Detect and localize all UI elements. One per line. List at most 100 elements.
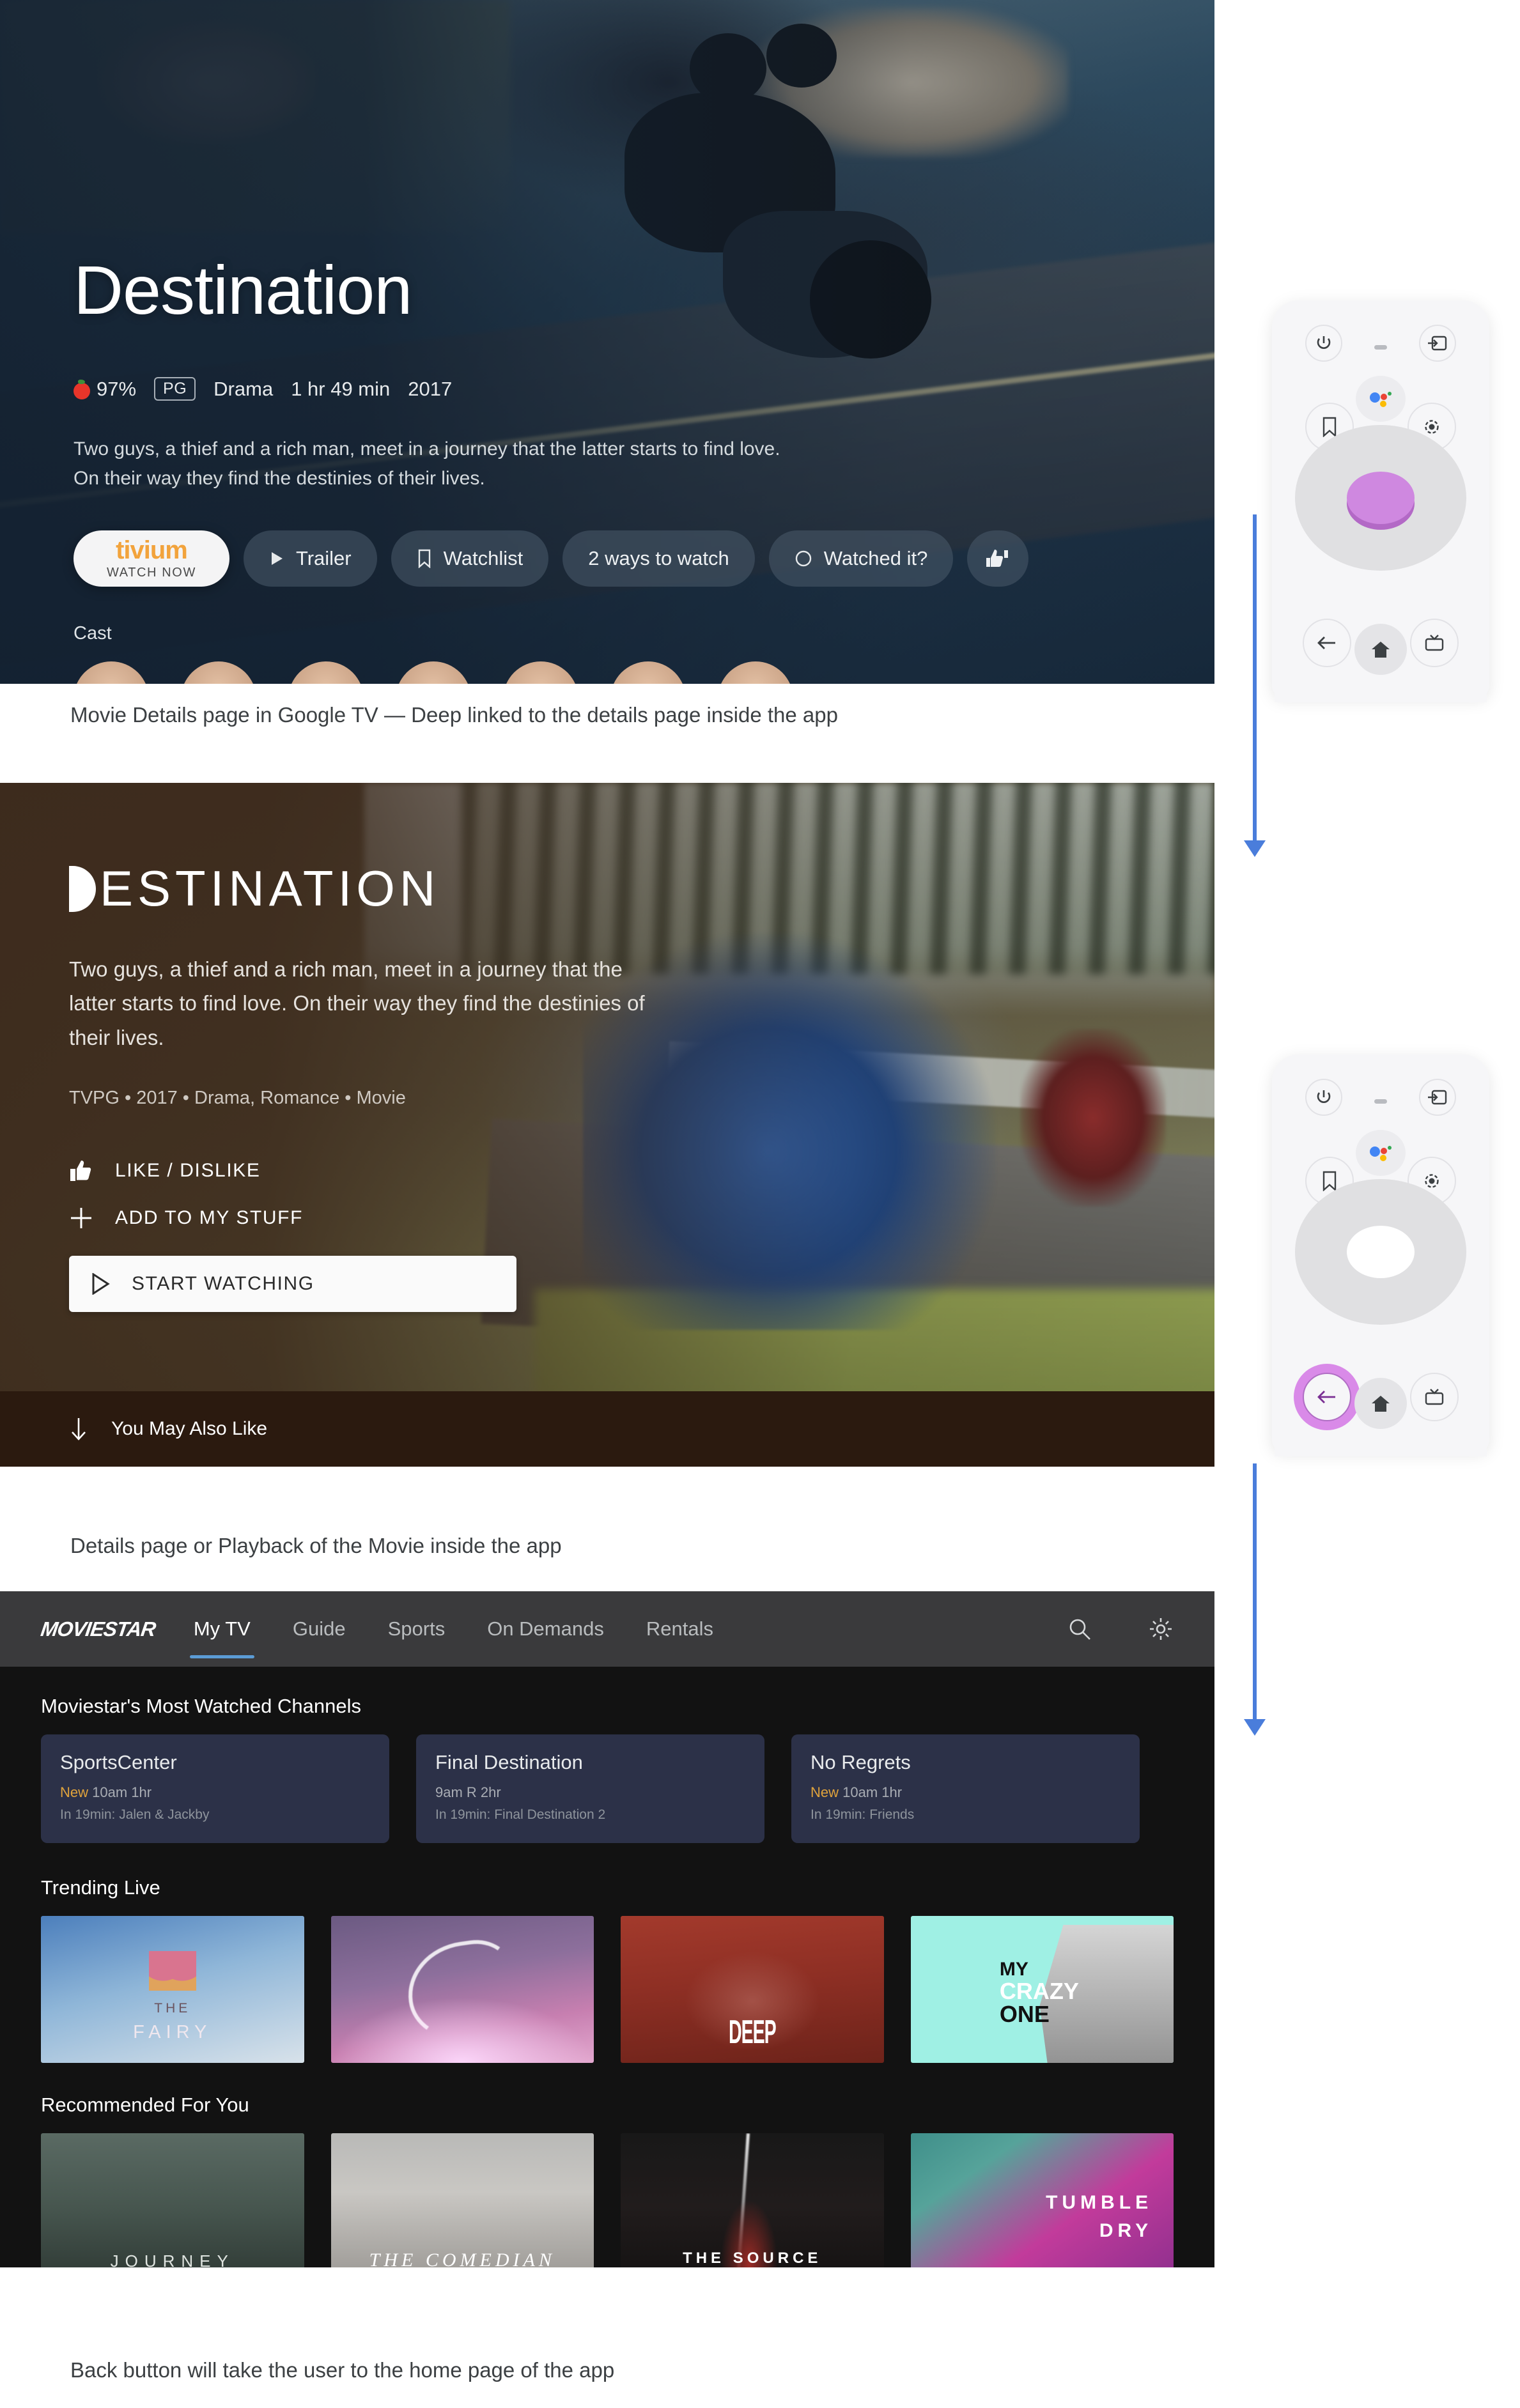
channel-card[interactable]: Final Destination 9am R 2hr In 19min: Fi…: [416, 1734, 764, 1843]
app-logo[interactable]: MOVIESTAR: [39, 1617, 157, 1641]
caption-panel-3: Back button will take the user to the ho…: [70, 2358, 615, 2382]
tile-title-main: FAIRY: [133, 2021, 212, 2042]
tile-title-line1: MY: [999, 1959, 1028, 1980]
trending-tile-the-fairy[interactable]: THE FAIRY: [41, 1916, 304, 2063]
movie-title: Destination: [74, 251, 412, 328]
start-watching-button[interactable]: START WATCHING: [69, 1256, 516, 1312]
tile-title-line1: TUMBLE: [1046, 2192, 1153, 2214]
tile-title: THE FAIRY: [133, 1998, 212, 2046]
thumb-up-icon: [69, 1159, 93, 1182]
add-to-my-stuff-button[interactable]: ADD TO MY STUFF: [69, 1194, 516, 1242]
arrow-down-icon: [69, 1417, 88, 1441]
ok-button[interactable]: [1347, 472, 1415, 524]
tab-on-demands[interactable]: On Demands: [483, 1612, 608, 1646]
tile-title-small: THE: [154, 2001, 191, 2016]
recommended-tile-the-comedian[interactable]: THE COMEDIAN: [330, 2133, 594, 2267]
recommended-row: JOURNEY THE COMEDIAN THE SOURCE TUMBLE D…: [41, 2133, 1174, 2267]
movie-meta-row: 97% PG Drama 1 hr 49 min 2017: [74, 377, 452, 401]
recommended-tile-the-source[interactable]: THE SOURCE: [621, 2133, 884, 2267]
channel-time: New 10am 1hr: [810, 1784, 1121, 1801]
search-icon[interactable]: [1067, 1617, 1092, 1641]
cast-label: Cast: [74, 623, 112, 644]
section-title-most-watched: Moviestar's Most Watched Channels: [41, 1695, 361, 1717]
rate-button[interactable]: [967, 530, 1029, 587]
channel-card[interactable]: No Regrets New 10am 1hr In 19min: Friend…: [791, 1734, 1140, 1843]
flow-arrow-1-head: [1244, 840, 1266, 857]
trending-tile-my-crazy-one[interactable]: MY CRAZY ONE: [910, 1916, 1174, 2063]
trending-tile-deep[interactable]: DEEP: [621, 1916, 884, 2063]
genre-label: Drama: [213, 377, 274, 400]
watch-now-button[interactable]: tivium WATCH NOW: [74, 530, 229, 587]
tile-title-line2: DRY: [1099, 2219, 1153, 2241]
tomato-icon: [74, 379, 90, 399]
channel-time-value: 9am R 2hr: [435, 1784, 501, 1800]
tile-title: THE SOURCE: [683, 2250, 822, 2267]
app-home-panel: MOVIESTAR My TV Guide Sports On Demands …: [0, 1591, 1214, 2267]
watchlist-button[interactable]: Watchlist: [391, 530, 549, 587]
tile-title: MY CRAZY ONE: [999, 1959, 1079, 2026]
live-tv-icon[interactable]: [1410, 1373, 1459, 1421]
trailer-button[interactable]: Trailer: [243, 530, 377, 587]
caption-panel-1: Movie Details page in Google TV — Deep l…: [70, 703, 838, 727]
assistant-icon[interactable]: [1356, 1130, 1406, 1176]
home-icon[interactable]: [1354, 1378, 1407, 1429]
channel-name: No Regrets: [810, 1751, 911, 1773]
avatar[interactable]: [718, 661, 793, 684]
input-icon[interactable]: [1419, 325, 1456, 362]
you-may-also-like-bar[interactable]: You May Also Like: [0, 1391, 1214, 1467]
movie-description: Two guys, a thief and a rich man, meet i…: [74, 438, 780, 489]
avatar[interactable]: [610, 661, 686, 684]
year-label: 2017: [408, 377, 453, 400]
duration-label: 1 hr 49 min: [291, 377, 391, 400]
tab-my-tv[interactable]: My TV: [189, 1612, 254, 1658]
channel-next-up: In 19min: Friends: [810, 1807, 915, 1822]
play-icon: [269, 550, 284, 567]
flow-arrow-2: [1253, 1463, 1257, 1725]
ok-button[interactable]: [1347, 1226, 1415, 1278]
infographic-page: Destination 97% PG Drama 1 hr 49 min 201…: [0, 0, 1520, 2408]
channel-card[interactable]: SportsCenter New 10am 1hr In 19min: Jale…: [41, 1734, 389, 1843]
channel-name: Final Destination: [435, 1751, 583, 1773]
dpad[interactable]: [1295, 425, 1466, 571]
glow-decor: [330, 1996, 594, 2063]
tab-rentals[interactable]: Rentals: [642, 1612, 717, 1646]
like-dislike-label: LIKE / DISLIKE: [115, 1160, 261, 1181]
input-icon[interactable]: [1419, 1079, 1456, 1116]
section-title-trending-live: Trending Live: [41, 1876, 160, 1899]
avatar[interactable]: [288, 661, 364, 684]
ways-to-watch-button[interactable]: 2 ways to watch: [562, 530, 755, 587]
recommended-tile-journey[interactable]: JOURNEY: [41, 2133, 304, 2267]
gear-icon[interactable]: [1148, 1616, 1174, 1642]
title-d-glyph: [69, 865, 96, 912]
like-dislike-button[interactable]: LIKE / DISLIKE: [69, 1147, 516, 1194]
app-movie-description: Two guys, a thief and a rich man, meet i…: [69, 957, 645, 1049]
remote-control-1: [1272, 300, 1489, 702]
home-icon[interactable]: [1354, 624, 1407, 675]
in-app-details-panel: ESTINATION Two guys, a thief and a rich …: [0, 783, 1214, 1467]
avatar[interactable]: [396, 661, 471, 684]
avatar[interactable]: [74, 661, 149, 684]
power-icon[interactable]: [1305, 1079, 1342, 1116]
section-title-recommended: Recommended For You: [41, 2094, 249, 2116]
play-icon: [91, 1273, 110, 1295]
avatar[interactable]: [181, 661, 256, 684]
back-icon[interactable]: [1303, 1373, 1351, 1421]
tab-sports[interactable]: Sports: [384, 1612, 449, 1646]
tile-title: TUMBLE DRY: [1046, 2189, 1152, 2244]
dpad[interactable]: [1295, 1179, 1466, 1325]
assistant-icon[interactable]: [1356, 376, 1406, 422]
back-icon[interactable]: [1303, 619, 1351, 667]
tab-guide[interactable]: Guide: [289, 1612, 350, 1646]
watched-it-button[interactable]: Watched it?: [768, 530, 954, 587]
tile-title-line2: CRAZY: [999, 1977, 1079, 2004]
circle-icon: [795, 550, 812, 567]
recommended-tile-tumble-dry[interactable]: TUMBLE DRY: [910, 2133, 1174, 2267]
tomato-score: 97%: [74, 378, 136, 401]
caption-panel-2: Details page or Playback of the Movie in…: [70, 1534, 562, 1557]
trending-tile-we[interactable]: [330, 1916, 594, 2063]
content-rating-badge: PG: [154, 377, 196, 401]
live-tv-icon[interactable]: [1410, 619, 1459, 667]
avatar[interactable]: [503, 661, 578, 684]
power-icon[interactable]: [1305, 325, 1342, 362]
app-hero-content: ESTINATION Two guys, a thief and a rich …: [69, 860, 708, 1109]
